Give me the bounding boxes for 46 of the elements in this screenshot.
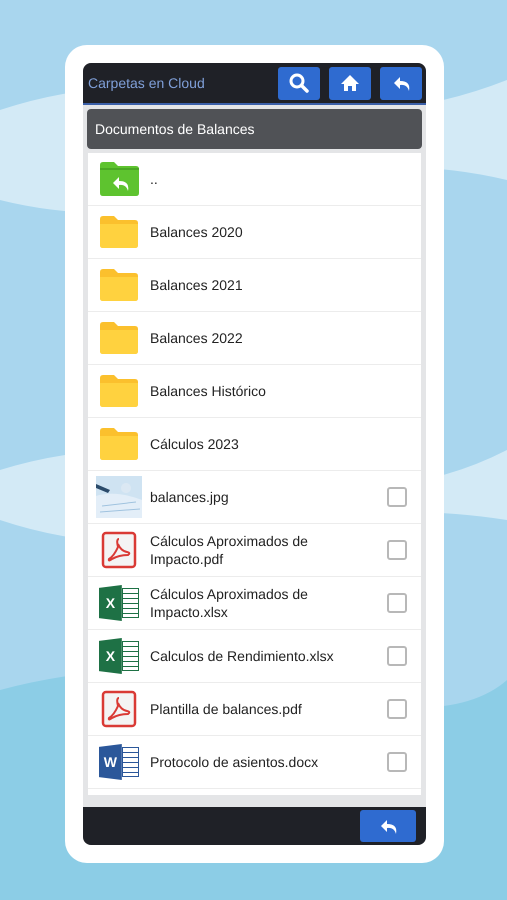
file-row[interactable]: .. [88, 153, 421, 206]
file-name: Balances 2020 [150, 223, 244, 241]
home-icon [340, 74, 360, 92]
file-row[interactable]: Balances 2021 [88, 259, 421, 312]
file-row[interactable]: Cálculos 2023 [88, 418, 421, 471]
folder-icon [99, 268, 139, 302]
file-row[interactable]: Balances 2020 [88, 206, 421, 259]
file-name: Cálculos 2023 [150, 435, 240, 453]
file-name: Balances Histórico [150, 382, 267, 400]
back-button[interactable] [380, 66, 422, 100]
folder-icon [99, 427, 139, 461]
file-name: Calculos de Rendimiento.xlsx [150, 647, 335, 665]
checkbox[interactable] [387, 699, 407, 719]
folder-back-icon [98, 161, 140, 197]
file-name: .. [150, 170, 159, 188]
checkbox[interactable] [387, 646, 407, 666]
file-name: Cálculos Aproximados de Impacto.xlsx [150, 585, 309, 621]
pdf-icon [101, 690, 137, 728]
file-name: balances.jpg [150, 488, 230, 506]
folder-title: Documentos de Balances [87, 109, 422, 149]
file-row[interactable]: W Protocolo de asientos.docx [88, 736, 421, 789]
back-button[interactable] [360, 810, 416, 842]
home-button[interactable] [329, 66, 371, 100]
search-icon [288, 72, 310, 94]
folder-icon [99, 215, 139, 249]
checkbox[interactable] [387, 593, 407, 613]
app-title: Carpetas en Cloud [88, 75, 206, 91]
pdf-icon [101, 531, 137, 569]
file-row[interactable]: Cálculos Aproximados de Impacto.pdf [88, 524, 421, 577]
file-name: Cálculos Aproximados de Impacto.pdf [150, 532, 309, 568]
checkbox[interactable] [387, 752, 407, 772]
file-row[interactable]: balances.jpg [88, 471, 421, 524]
checkbox[interactable] [387, 540, 407, 560]
file-row[interactable]: Balances Histórico [88, 365, 421, 418]
file-row[interactable]: Balances 2022 [88, 312, 421, 365]
file-row[interactable]: X Cálculos Aproximados de Impacto.xlsx [88, 577, 421, 630]
folder-icon [99, 321, 139, 355]
folder-icon [99, 374, 139, 408]
search-button[interactable] [278, 66, 320, 100]
file-name: Balances 2022 [150, 329, 244, 347]
file-name: Protocolo de asientos.docx [150, 753, 320, 771]
file-name: Balances 2021 [150, 276, 244, 294]
file-name: Plantilla de balances.pdf [150, 700, 303, 718]
file-row[interactable]: Plantilla de balances.pdf [88, 683, 421, 736]
checkbox[interactable] [387, 487, 407, 507]
file-row[interactable]: X Calculos de Rendimiento.xlsx [88, 630, 421, 683]
